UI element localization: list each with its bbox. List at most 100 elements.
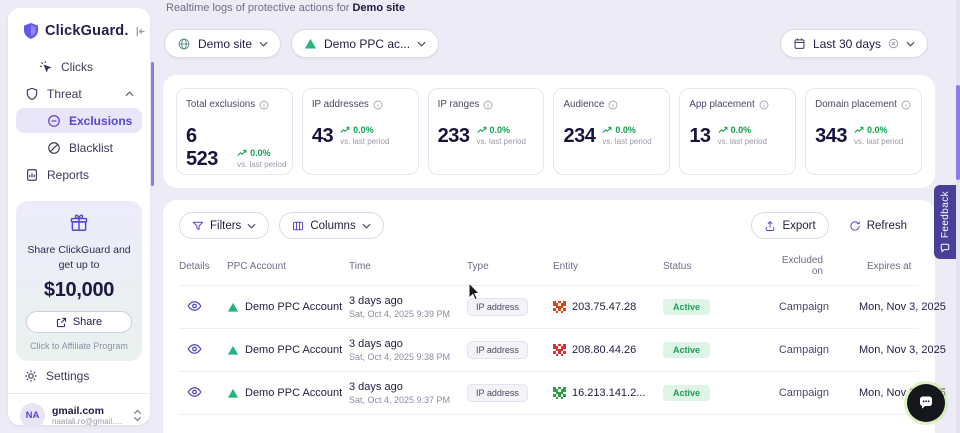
info-icon[interactable] <box>373 100 383 110</box>
col-header-type: Type <box>467 261 553 272</box>
chat-bubble-icon <box>917 395 935 411</box>
refresh-button[interactable]: Refresh <box>837 212 919 239</box>
sidebar-item-threat[interactable]: Threat <box>16 81 142 106</box>
trend-period: vs. last period <box>340 137 389 146</box>
table-row: Demo PPC Account 3 days agoSat, Oct 4, 2… <box>179 328 919 371</box>
table-toolbar: Filters Columns Export Refresh <box>179 212 919 239</box>
sidebar-item-blacklist[interactable]: Blacklist <box>16 135 142 160</box>
site-filter-value: Demo site <box>198 37 252 51</box>
entity-identicon <box>553 344 566 357</box>
clear-date-icon[interactable] <box>888 38 899 49</box>
info-icon[interactable] <box>901 100 911 110</box>
stat-value: 343 <box>815 125 847 148</box>
excluded-on-value: Campaign <box>767 344 829 356</box>
feedback-label: Feedback <box>940 191 951 238</box>
columns-button[interactable]: Columns <box>279 212 383 239</box>
globe-icon <box>177 37 191 51</box>
sidebar-item-clicks[interactable]: Clicks <box>16 54 142 79</box>
col-header-time: Time <box>349 261 467 272</box>
info-icon[interactable] <box>608 100 618 110</box>
stat-card-total-exclusions: Total exclusions 6 523 0.0% vs. last per… <box>176 88 293 175</box>
feedback-icon <box>940 243 950 253</box>
affiliate-link[interactable]: Click to Affiliate Program <box>24 341 134 351</box>
sidebar-item-reports[interactable]: Reports <box>16 162 142 187</box>
avatar: NA <box>20 403 45 428</box>
sidebar-item-settings[interactable]: Settings <box>8 361 150 393</box>
stat-value: 13 <box>689 125 710 148</box>
info-icon[interactable] <box>259 100 269 110</box>
chevron-down-icon <box>247 223 256 229</box>
trend-period: vs. last period <box>602 137 651 146</box>
sidebar-item-label: Clicks <box>61 60 93 74</box>
entity-value: 208.80.44.26 <box>572 344 636 356</box>
date-range-pill[interactable]: Last 30 days <box>780 29 928 58</box>
view-details-eye-icon[interactable] <box>187 386 202 398</box>
view-details-eye-icon[interactable] <box>187 300 202 312</box>
logo-row: ClickGuard. <box>8 8 150 52</box>
view-details-eye-icon[interactable] <box>187 343 202 355</box>
promo-amount: $10,000 <box>24 279 134 302</box>
info-icon[interactable] <box>483 100 493 110</box>
ppc-account-icon <box>227 345 239 356</box>
stat-card-ip-addresses: IP addresses 43 0.0% vs. last period <box>302 88 419 175</box>
ppc-account-icon <box>227 302 239 313</box>
ppc-account-icon <box>304 38 317 50</box>
share-icon <box>56 317 67 328</box>
info-icon[interactable] <box>759 100 769 110</box>
page-scrollbar-track[interactable] <box>956 0 960 433</box>
trend-period: vs. last period <box>854 137 903 146</box>
ppc-account-name: Demo PPC Account <box>245 387 342 399</box>
stat-card-app-placement: App placement 13 0.0% vs. last period <box>679 88 796 175</box>
col-header-account: PPC Account <box>227 261 349 272</box>
stat-label: Total exclusions <box>186 99 255 110</box>
status-badge: Active <box>663 385 710 401</box>
time-relative: 3 days ago <box>349 295 467 307</box>
account-filter-value: Demo PPC ac... <box>324 37 410 51</box>
export-button[interactable]: Export <box>751 212 828 239</box>
col-header-expires-at: Expires at <box>829 261 919 272</box>
trend-period: vs. last period <box>477 137 526 146</box>
filter-pills-row: Demo site Demo PPC ac... Last 30 days <box>164 29 928 58</box>
stat-card-domain-placement: Domain placement 343 0.0% vs. last perio… <box>805 88 922 175</box>
table-row-partial <box>179 414 919 433</box>
feedback-tab[interactable]: Feedback <box>934 185 956 259</box>
sidebar-item-exclusions[interactable]: Exclusions <box>16 108 142 133</box>
trend-value: 0.0% <box>250 148 271 158</box>
promo-text: Share ClickGuard and get up to <box>24 243 134 272</box>
chat-widget-button[interactable] <box>907 384 945 422</box>
table-row: Demo PPC Account 3 days agoSat, Oct 4, 2… <box>179 371 919 414</box>
sidebar-item-label: Exclusions <box>69 114 132 128</box>
time-relative: 3 days ago <box>349 338 467 350</box>
collapse-sidebar-icon[interactable] <box>134 25 147 38</box>
funnel-icon <box>192 220 204 232</box>
expires-at-value: Mon, Nov 3, 2025 <box>829 301 919 313</box>
type-badge: IP address <box>467 384 528 402</box>
filters-button[interactable]: Filters <box>179 212 269 239</box>
trend-period: vs. last period <box>718 137 767 146</box>
expires-at-value: Mon, Nov 3, 2025 <box>829 344 919 356</box>
sidebar-item-label: Threat <box>47 87 82 101</box>
page-scrollbar-thumb[interactable] <box>956 85 960 180</box>
site-filter-pill[interactable]: Demo site <box>164 29 281 58</box>
circle-minus-icon <box>46 113 61 128</box>
sidebar-scrollbar-thumb[interactable] <box>151 62 154 186</box>
user-domain: gmail.com <box>52 405 124 417</box>
share-button[interactable]: Share <box>26 311 132 333</box>
account-filter-pill[interactable]: Demo PPC ac... <box>291 29 439 58</box>
table-row: Demo PPC Account 3 days agoSat, Oct 4, 2… <box>179 285 919 328</box>
time-absolute: Sat, Oct 4, 2025 9:39 PM <box>349 309 467 319</box>
trend-up-icon <box>602 126 612 134</box>
stat-card-audience: Audience 234 0.0% vs. last period <box>553 88 670 175</box>
trend-up-icon <box>718 126 728 134</box>
sidebar-item-label: Reports <box>47 168 89 182</box>
trend-up-icon <box>477 126 487 134</box>
ppc-account-name: Demo PPC Account <box>245 344 342 356</box>
user-account-switcher[interactable]: NA gmail.com naatali.ro@gmail.com <box>8 393 150 433</box>
sidebar: ClickGuard. Clicks Threat <box>8 8 150 425</box>
entity-value: 16.213.141.2... <box>572 387 645 399</box>
type-badge: IP address <box>467 298 528 316</box>
trend-value: 0.0% <box>490 125 511 135</box>
stat-label: App placement <box>689 99 754 110</box>
sidebar-nav: Clicks Threat Exclusions <box>8 52 150 187</box>
status-badge: Active <box>663 342 710 358</box>
